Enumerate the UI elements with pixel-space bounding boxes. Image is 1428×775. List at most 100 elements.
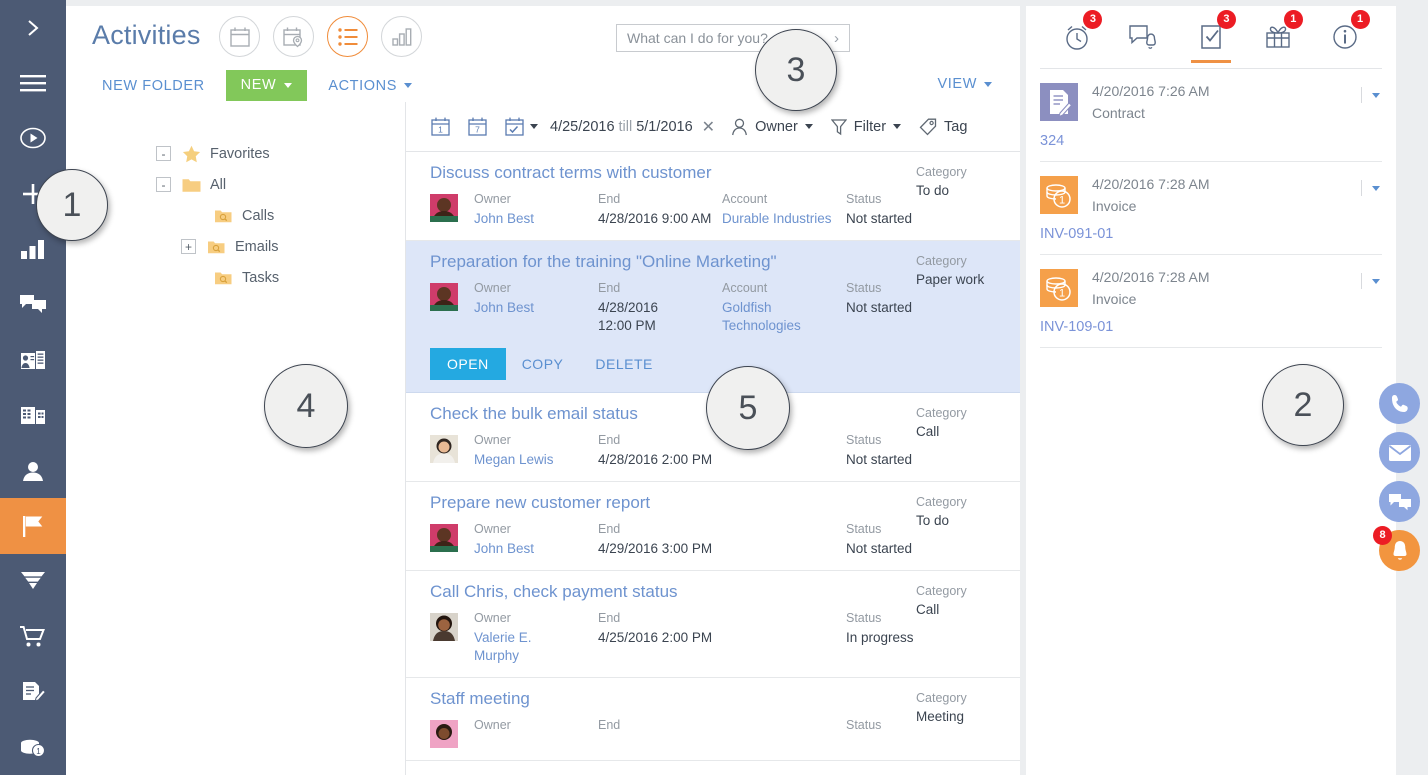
play-icon[interactable]	[0, 111, 66, 166]
notification-item[interactable]: 1 4/20/2016 7:28 AM Invoice INV-091-01	[1026, 162, 1396, 254]
folder-search-icon	[213, 270, 233, 286]
field-label: Account	[722, 281, 768, 295]
week-view-icon[interactable]: 7	[467, 116, 488, 137]
owner-value[interactable]: Valerie E. Murphy	[474, 629, 536, 665]
account-value[interactable]: Durable Industries	[722, 210, 846, 228]
person-icon[interactable]	[0, 443, 66, 498]
approvals-tab[interactable]: 3	[1187, 10, 1236, 63]
svg-text:7: 7	[475, 125, 480, 135]
calendar-map-view-icon[interactable]	[273, 16, 314, 57]
callout-marker-3: 3	[755, 29, 837, 111]
field-label: End	[598, 281, 621, 295]
notification-link[interactable]: INV-091-01	[1040, 226, 1378, 242]
category-value: Paper work	[916, 272, 985, 287]
view-dropdown[interactable]: VIEW	[938, 76, 992, 92]
search-submit-icon[interactable]: ›	[834, 30, 839, 47]
tree-item-tasks[interactable]: Tasks	[156, 262, 446, 293]
chevron-down-icon[interactable]	[530, 124, 538, 129]
document-edit-icon[interactable]	[0, 664, 66, 719]
call-fab[interactable]	[1379, 383, 1420, 424]
notification-link[interactable]: INV-109-01	[1040, 319, 1378, 335]
field-category: Category To do	[916, 165, 998, 200]
chevron-down-icon[interactable]	[1372, 278, 1380, 284]
folder-search-icon	[213, 208, 233, 224]
field-category: Category Call	[916, 406, 998, 441]
view-dropdown-label: VIEW	[937, 76, 977, 92]
chart-view-icon[interactable]	[381, 16, 422, 57]
chevron-down-icon[interactable]	[1372, 185, 1380, 191]
menu-icon[interactable]	[0, 55, 66, 110]
divider	[1361, 273, 1362, 289]
activity-row[interactable]: Staff meeting Owner End Status Category …	[406, 678, 1020, 761]
coins-icon[interactable]: 1	[0, 720, 66, 775]
list-view-icon[interactable]	[327, 16, 368, 57]
field-label: Category	[916, 254, 967, 268]
tree-item-emails[interactable]: + Emails	[156, 231, 446, 262]
delete-button[interactable]: DELETE	[579, 348, 668, 380]
day-view-icon[interactable]: 1	[430, 116, 451, 137]
owner-filter[interactable]: Owner	[731, 118, 813, 136]
clear-date-filter-icon[interactable]: ✕	[702, 117, 715, 137]
expand-panel-icon[interactable]	[0, 0, 66, 55]
notification-date: 4/20/2016 7:26 AM	[1092, 83, 1210, 99]
owner-value[interactable]: John Best	[474, 299, 598, 317]
expander-toggle[interactable]: +	[181, 239, 196, 254]
tag-icon	[919, 118, 937, 135]
field-end: End 4/29/2016 3:00 PM	[598, 522, 722, 558]
date-range-text[interactable]: 4/25/2016 till 5/1/2016	[550, 119, 693, 135]
tree-item-favorites[interactable]: - Favorites	[156, 138, 446, 169]
new-button[interactable]: NEW	[225, 70, 308, 101]
expander-toggle[interactable]: -	[156, 177, 171, 192]
date-range-picker-icon[interactable]	[504, 116, 525, 137]
avatar	[430, 720, 458, 748]
notification-menu[interactable]	[1361, 180, 1380, 196]
activity-row-selected[interactable]: Preparation for the training "Online Mar…	[406, 241, 1020, 393]
actions-button[interactable]: ACTIONS	[318, 72, 422, 100]
open-button[interactable]: OPEN	[430, 348, 506, 380]
birthdays-tab[interactable]: 1	[1254, 10, 1303, 63]
cart-icon[interactable]	[0, 609, 66, 664]
account-value[interactable]: Goldfish Technologies	[722, 299, 814, 335]
flag-icon[interactable]	[0, 498, 66, 554]
tag-filter[interactable]: Tag	[919, 118, 967, 136]
filter-dropdown[interactable]: Filter	[830, 118, 902, 136]
activity-row[interactable]: Discuss contract terms with customer Own…	[406, 152, 1020, 241]
reminders-tab[interactable]: 3	[1053, 10, 1103, 63]
chevron-down-icon[interactable]	[1372, 92, 1380, 98]
notifications-tab[interactable]	[1120, 11, 1168, 63]
copy-button[interactable]: COPY	[506, 348, 580, 380]
activity-row[interactable]: Call Chris, check payment status Owner V…	[406, 571, 1020, 678]
notification-link[interactable]: 324	[1040, 133, 1378, 149]
field-account-empty	[722, 611, 846, 665]
companies-icon[interactable]	[0, 388, 66, 443]
chat-icon[interactable]	[0, 277, 66, 332]
expander-placeholder	[188, 208, 203, 223]
expander-toggle[interactable]: -	[156, 146, 171, 161]
email-fab[interactable]	[1379, 432, 1420, 473]
calendar-view-icon[interactable]	[219, 16, 260, 57]
activity-row[interactable]: Prepare new customer report Owner John B…	[406, 482, 1020, 571]
field-label: End	[598, 718, 621, 732]
info-tab[interactable]: 1	[1321, 10, 1370, 63]
funnel-icon[interactable]	[0, 554, 66, 609]
field-status: Status In progress	[846, 611, 986, 665]
owner-value[interactable]: Megan Lewis	[474, 451, 598, 469]
notification-item[interactable]: 4/20/2016 7:26 AM Contract 324	[1026, 69, 1396, 161]
date-range-separator: till	[618, 118, 633, 135]
owner-value[interactable]: John Best	[474, 540, 598, 558]
folder-tree: - Favorites - All Calls + Emails Tasks	[156, 138, 446, 293]
notifications-fab[interactable]: 8	[1373, 526, 1420, 571]
owner-value[interactable]: John Best	[474, 210, 598, 228]
chat-fab[interactable]	[1379, 481, 1420, 522]
contacts-icon[interactable]	[0, 332, 66, 387]
callout-number: 5	[738, 388, 758, 427]
notification-item[interactable]: 1 4/20/2016 7:28 AM Invoice INV-109-01	[1026, 255, 1396, 347]
field-end: End 4/28/2016 12:00 PM	[598, 281, 722, 335]
tree-item-all[interactable]: - All	[156, 169, 446, 200]
badge-count: 1	[1283, 10, 1303, 29]
callout-number: 1	[62, 185, 82, 224]
new-folder-button[interactable]: NEW FOLDER	[92, 72, 215, 100]
notification-menu[interactable]	[1361, 87, 1380, 103]
tree-item-calls[interactable]: Calls	[156, 200, 446, 231]
notification-menu[interactable]	[1361, 273, 1380, 289]
